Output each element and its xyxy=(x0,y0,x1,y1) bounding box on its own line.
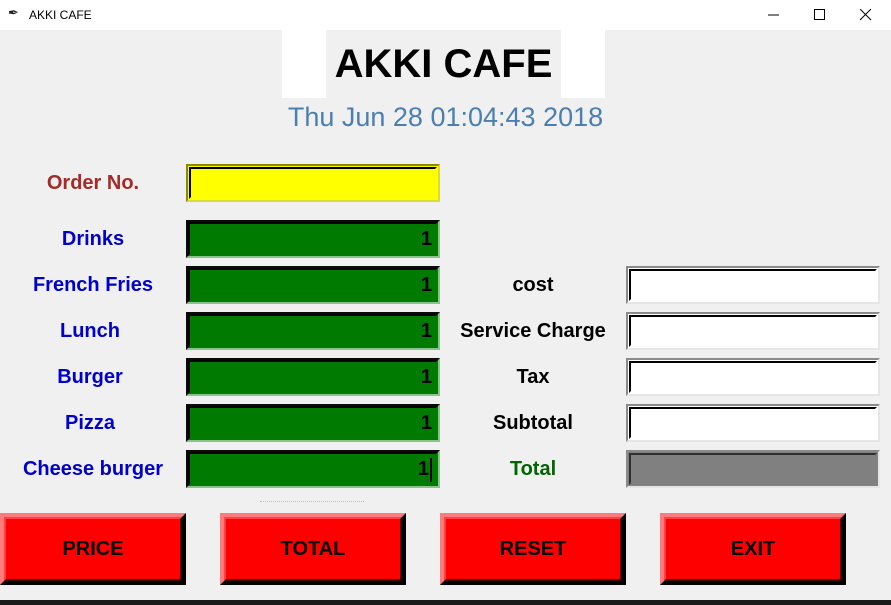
feather-icon: ✒ xyxy=(8,6,19,21)
cheese-burger-label: Cheese burger xyxy=(22,458,164,480)
price-button[interactable]: PRICE xyxy=(0,513,186,585)
price-button-label: PRICE xyxy=(62,538,124,560)
reset-button-label: RESET xyxy=(499,538,567,560)
pizza-value: 1 xyxy=(420,412,432,434)
maximize-button[interactable] xyxy=(797,0,843,30)
drinks-value: 1 xyxy=(420,228,432,250)
text-cursor xyxy=(430,458,432,482)
drinks-label: Drinks xyxy=(61,228,125,250)
minimize-icon xyxy=(768,14,779,16)
lunch-label: Lunch xyxy=(60,320,120,342)
burger-label: Burger xyxy=(57,366,123,388)
subtotal-output[interactable] xyxy=(626,404,880,442)
title-bar: ✒ AKKI CAFE xyxy=(0,0,891,30)
page-title: AKKI CAFE xyxy=(326,30,561,98)
focus-dotted-line xyxy=(260,501,364,502)
close-button[interactable] xyxy=(843,0,889,30)
tax-output[interactable] xyxy=(626,358,880,396)
service-charge-label: Service Charge xyxy=(460,320,606,342)
window-title: AKKI CAFE xyxy=(29,8,92,22)
service-charge-output[interactable] xyxy=(626,312,880,350)
total-button[interactable]: TOTAL xyxy=(220,513,406,585)
exit-button-label: EXIT xyxy=(730,538,776,560)
lunch-input[interactable]: 1 xyxy=(186,312,440,350)
reset-button[interactable]: RESET xyxy=(440,513,626,585)
window-bottom-border xyxy=(0,600,891,605)
cheese-burger-value: 1 xyxy=(417,458,429,480)
total-label: Total xyxy=(509,458,557,480)
drinks-input[interactable]: 1 xyxy=(186,220,440,258)
close-icon xyxy=(860,9,872,21)
exit-button[interactable]: EXIT xyxy=(660,513,846,585)
subtotal-label: Subtotal xyxy=(493,412,573,434)
minimize-button[interactable] xyxy=(751,0,797,30)
cost-output[interactable] xyxy=(626,266,880,304)
datetime-label: Thu Jun 28 01:04:43 2018 xyxy=(287,102,604,132)
lunch-value: 1 xyxy=(420,320,432,342)
burger-value: 1 xyxy=(420,366,432,388)
burger-input[interactable]: 1 xyxy=(186,358,440,396)
total-output[interactable] xyxy=(626,450,880,488)
french-fries-input[interactable]: 1 xyxy=(186,266,440,304)
pizza-label: Pizza xyxy=(64,412,116,434)
french-fries-label: French Fries xyxy=(32,274,154,296)
total-button-label: TOTAL xyxy=(280,538,346,560)
order-number-input[interactable] xyxy=(186,164,440,202)
maximize-icon xyxy=(814,9,825,20)
french-fries-value: 1 xyxy=(420,274,432,296)
cost-label: cost xyxy=(512,274,554,296)
order-number-label: Order No. xyxy=(46,172,140,194)
tax-label: Tax xyxy=(516,366,550,388)
cheese-burger-input[interactable]: 1 xyxy=(186,450,440,488)
pizza-input[interactable]: 1 xyxy=(186,404,440,442)
